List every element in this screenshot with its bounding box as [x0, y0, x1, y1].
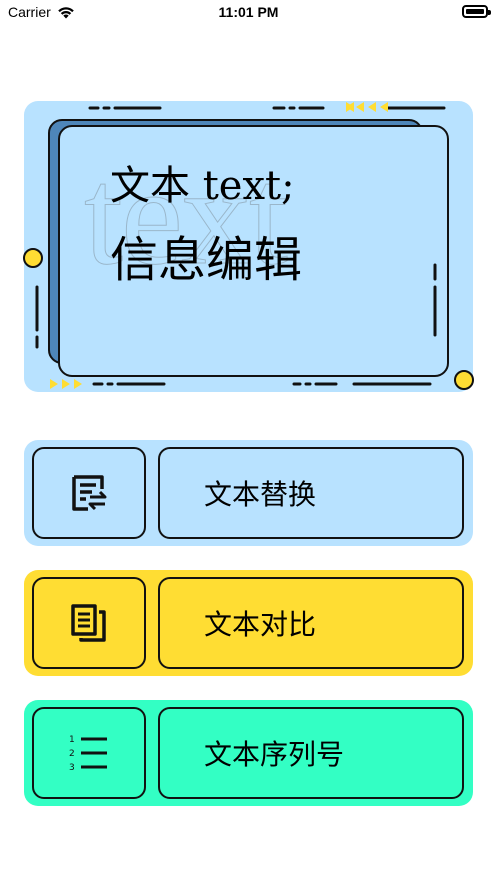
status-bar: Carrier 11:01 PM — [0, 0, 497, 28]
text-replace-card[interactable]: 文本替换 — [24, 440, 473, 546]
text-replace-icon — [72, 475, 107, 511]
text-compare-icon — [71, 604, 106, 642]
numbered-list-icon-box[interactable]: 1 2 3 — [32, 707, 146, 799]
text-replace-button[interactable]: 文本替换 — [158, 447, 464, 539]
text-compare-icon-box[interactable] — [32, 577, 146, 669]
text-compare-card[interactable]: 文本对比 — [24, 570, 473, 676]
battery-icon — [462, 5, 491, 18]
numbered-list-icon: 1 2 3 — [69, 735, 107, 773]
list-number-2: 2 — [69, 749, 75, 759]
text-serial-card[interactable]: 1 2 3 文本序列号 — [24, 700, 473, 806]
text-serial-button[interactable]: 文本序列号 — [158, 707, 464, 799]
list-number-3: 3 — [69, 763, 75, 773]
app-screen: Carrier 11:01 PM text 文本 text; 信息编辑 文本替换… — [0, 0, 497, 883]
hero-decorations — [23, 102, 474, 390]
list-number-1: 1 — [69, 735, 75, 745]
status-time: 11:01 PM — [218, 4, 279, 20]
hero-banner: text 文本 text; 信息编辑 — [23, 101, 474, 392]
text-compare-button[interactable]: 文本对比 — [158, 577, 464, 669]
text-replace-icon-box[interactable] — [32, 447, 146, 539]
